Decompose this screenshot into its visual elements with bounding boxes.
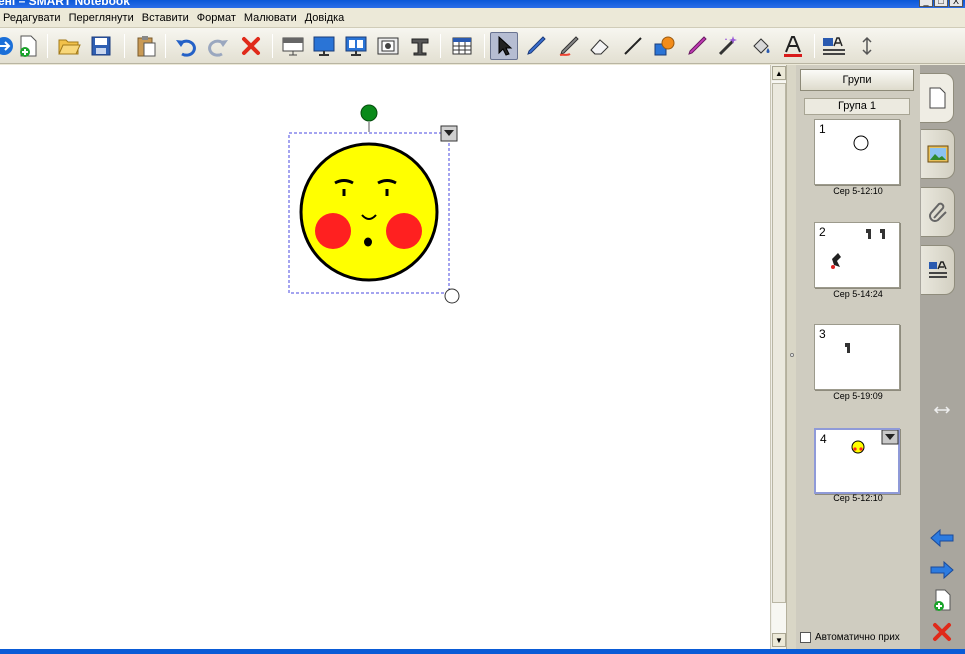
select-icon[interactable] xyxy=(490,32,518,60)
gallery-icon xyxy=(927,145,948,163)
scroll-thumb[interactable] xyxy=(772,83,786,603)
gallery-tab[interactable] xyxy=(921,129,955,179)
minimize-button[interactable]: _ xyxy=(919,0,933,7)
page-time: Сер 5-19:09 xyxy=(833,391,883,401)
paperclip-icon xyxy=(928,202,947,222)
attachments-tab[interactable] xyxy=(921,187,955,237)
smiley-face[interactable] xyxy=(299,142,439,282)
scroll-up-arrow[interactable]: ▲ xyxy=(772,66,786,80)
back-arrow-icon xyxy=(930,528,954,548)
previous-page-button[interactable] xyxy=(928,525,956,551)
menu-edit[interactable]: Редагувати xyxy=(0,12,66,24)
page-sorter-tab[interactable] xyxy=(920,73,954,123)
resize-panel-icon[interactable] xyxy=(928,397,956,423)
fill-icon[interactable] xyxy=(747,32,775,60)
menu-help[interactable]: Довідка xyxy=(302,12,350,24)
line-icon[interactable] xyxy=(619,32,647,60)
pen-icon[interactable] xyxy=(522,32,550,60)
page-icon xyxy=(929,87,945,109)
groups-button[interactable]: Групи xyxy=(800,69,914,91)
canvas-scrollbar[interactable]: ▲ ▼ xyxy=(770,65,786,649)
autohide-checkbox[interactable] xyxy=(800,632,811,643)
group-label: Група 1 xyxy=(804,98,910,115)
toolbar xyxy=(0,28,965,64)
add-page-icon[interactable] xyxy=(14,32,42,60)
delete-icon xyxy=(933,623,951,641)
next-page-button[interactable] xyxy=(928,557,956,583)
autohide-option[interactable]: Автоматично прих xyxy=(800,632,900,643)
page-thumbnail-4[interactable]: 4 xyxy=(814,428,900,494)
properties-tab[interactable] xyxy=(921,245,955,295)
text-icon[interactable] xyxy=(779,32,807,60)
redo-icon[interactable] xyxy=(204,32,232,60)
undo-icon[interactable] xyxy=(172,32,200,60)
eraser-icon[interactable] xyxy=(586,32,614,60)
delete-icon[interactable] xyxy=(237,32,265,60)
scroll-down-arrow[interactable]: ▼ xyxy=(772,633,786,647)
screen-capture-icon[interactable] xyxy=(374,32,402,60)
close-window-button[interactable]: X xyxy=(949,0,963,7)
magic-wand-icon[interactable] xyxy=(714,32,742,60)
page-thumbnail-2[interactable]: 2 xyxy=(814,222,900,288)
paste-icon[interactable] xyxy=(132,32,160,60)
page-time: Сер 5-12:10 xyxy=(833,493,883,503)
menu-view[interactable]: Переглянути xyxy=(66,12,139,24)
taskbar-edge xyxy=(0,649,965,654)
save-icon[interactable] xyxy=(87,32,115,60)
menu-format[interactable]: Формат xyxy=(194,12,241,24)
title-bar: ені – SMART Notebook _ □ X xyxy=(0,0,965,8)
autohide-label: Автоматично прих xyxy=(815,632,900,643)
document-camera-icon[interactable] xyxy=(406,32,434,60)
menu-insert[interactable]: Вставити xyxy=(139,12,194,24)
move-toolbar-icon[interactable] xyxy=(853,32,881,60)
page-thumbnail-1[interactable]: 1 xyxy=(814,119,900,185)
shapes-icon[interactable] xyxy=(651,32,679,60)
add-page-icon xyxy=(934,589,951,611)
object-menu-button[interactable] xyxy=(440,125,458,142)
magic-pen-icon[interactable] xyxy=(683,32,711,60)
add-page-button[interactable] xyxy=(928,587,956,613)
open-folder-icon[interactable] xyxy=(55,32,83,60)
menu-bar: Редагувати Переглянути Вставити Формат М… xyxy=(0,8,965,28)
dual-page-icon[interactable] xyxy=(342,32,370,60)
delete-page-button[interactable] xyxy=(928,619,956,645)
page-time: Сер 5-14:24 xyxy=(833,289,883,299)
menu-draw[interactable]: Малювати xyxy=(241,12,302,24)
resize-handle[interactable] xyxy=(444,288,460,304)
properties-icon xyxy=(928,261,947,278)
properties-icon[interactable] xyxy=(820,32,848,60)
page-sorter-panel: Групи Група 1 1 Сер 5-12:10 2 Сер 5-14:2… xyxy=(796,65,920,649)
full-screen-icon[interactable] xyxy=(310,32,338,60)
forward-arrow-icon xyxy=(930,560,954,580)
panel-splitter[interactable] xyxy=(786,65,796,649)
maximize-button[interactable]: □ xyxy=(934,0,948,7)
creative-pen-icon[interactable] xyxy=(555,32,583,60)
window-title: ені – SMART Notebook xyxy=(0,0,130,8)
page-time: Сер 5-12:10 xyxy=(833,186,883,196)
page-thumbnail-3[interactable]: 3 xyxy=(814,324,900,390)
whiteboard-canvas[interactable] xyxy=(0,65,770,649)
side-tab-strip xyxy=(920,65,965,649)
screen-shade-icon[interactable] xyxy=(279,32,307,60)
table-icon[interactable] xyxy=(448,32,476,60)
rotate-handle[interactable] xyxy=(360,104,378,122)
